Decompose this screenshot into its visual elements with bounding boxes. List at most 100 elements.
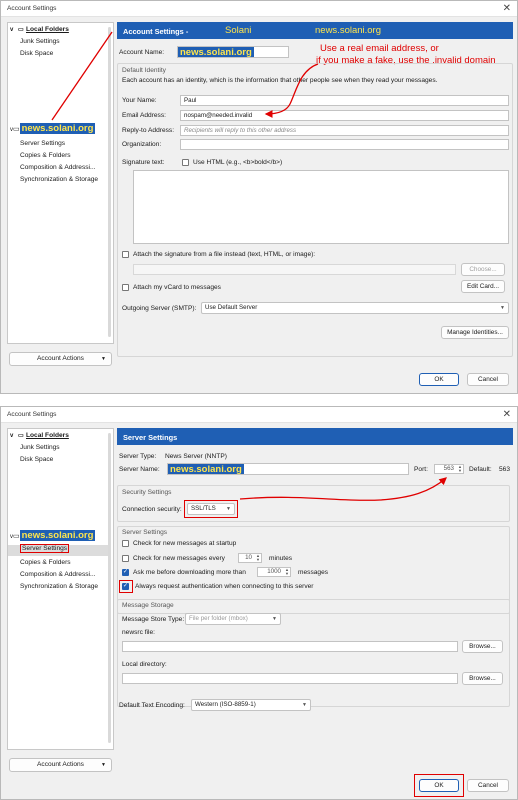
chevron-down-icon: ▼ xyxy=(302,702,307,708)
tree-item-disk-space[interactable]: Disk Space xyxy=(20,456,53,463)
tree-item-server-settings[interactable]: Server Settings xyxy=(8,544,108,556)
window-titlebar: Account Settings ✕ xyxy=(1,407,517,423)
account-tree: v ▭ Local Folders Junk Settings Disk Space… xyxy=(7,428,114,750)
attach-signature-checkbox[interactable] xyxy=(122,251,129,258)
tree-item-local-folders[interactable]: v ▭ Local Folders xyxy=(10,26,69,33)
newsgroup-icon: ▭ xyxy=(13,533,20,540)
tree-item-account[interactable]: v▭ news.solani.org xyxy=(10,123,96,134)
tree-item-label: Server Settings xyxy=(20,544,70,553)
newsrc-browse-button[interactable]: Browse... xyxy=(462,640,503,653)
header-account-name: Solani xyxy=(225,25,252,36)
tree-item-sync-storage[interactable]: Synchronization & Storage xyxy=(20,176,98,183)
choose-button[interactable]: Choose... xyxy=(461,263,505,276)
spinner-arrows-icon[interactable]: ▲ ▼ xyxy=(285,568,289,576)
check-startup-checkbox[interactable] xyxy=(122,540,129,547)
edit-card-button[interactable]: Edit Card... xyxy=(461,280,505,293)
expand-icon[interactable]: v xyxy=(10,27,18,33)
default-encoding-select[interactable]: Western (ISO-8859-1) ▼ xyxy=(191,699,311,711)
tree-item-label: Local Folders xyxy=(26,432,69,439)
server-settings-title: Server Settings xyxy=(122,529,168,536)
signature-textarea[interactable] xyxy=(133,170,509,244)
check-every-label: Check for new messages every xyxy=(133,555,225,562)
email-input[interactable]: nospam@needed.invalid xyxy=(180,110,509,121)
ok-button-highlight xyxy=(414,774,464,797)
email-label: Email Address: xyxy=(122,112,166,119)
window-title: Account Settings xyxy=(7,411,57,418)
spinner-arrows-icon[interactable]: ▲ ▼ xyxy=(256,554,260,562)
tree-item-server-settings[interactable]: Server Settings xyxy=(20,140,65,147)
account-settings-window-identity: Account Settings ✕ v ▭ Local Folders Junk … xyxy=(0,0,518,394)
default-identity-title: Default Identity xyxy=(122,67,166,74)
outgoing-server-value: Use Default Server xyxy=(205,304,258,311)
your-name-input[interactable]: Paul xyxy=(180,95,509,106)
outgoing-server-select[interactable]: Use Default Server ▼ xyxy=(201,302,509,314)
window-title: Account Settings xyxy=(7,5,57,12)
account-name-value: news.solani.org xyxy=(178,47,254,58)
tree-item-copies-folders[interactable]: Copies & Folders xyxy=(20,152,71,159)
message-storage-title: Message Storage xyxy=(122,602,174,609)
use-html-checkbox[interactable] xyxy=(182,159,189,166)
check-every-checkbox[interactable] xyxy=(122,555,129,562)
panel-header: Server Settings xyxy=(117,428,513,445)
port-input[interactable]: 563 ▲ ▼ xyxy=(434,464,464,474)
local-directory-browse-button[interactable]: Browse... xyxy=(462,672,503,685)
security-settings-group xyxy=(117,485,510,522)
default-port-value: 563 xyxy=(499,466,511,473)
check-startup-label: Check for new messages at startup xyxy=(133,540,237,547)
cancel-button[interactable]: Cancel xyxy=(467,373,509,386)
check-every-input[interactable]: 10 ▲ ▼ xyxy=(238,553,262,563)
tree-scrollbar[interactable] xyxy=(108,27,111,337)
ask-me-checkbox[interactable]: ✓ xyxy=(122,569,129,576)
organization-label: Organization: xyxy=(122,141,162,148)
tree-item-copies-folders[interactable]: Copies & Folders xyxy=(20,559,71,566)
local-directory-input[interactable] xyxy=(122,673,458,684)
cancel-button[interactable]: Cancel xyxy=(467,779,509,792)
account-actions-button[interactable]: Account Actions ▼ xyxy=(9,758,112,772)
account-name-input[interactable]: news.solani.org xyxy=(177,46,289,58)
tree-item-account[interactable]: v▭ news.solani.org xyxy=(10,530,96,541)
store-type-value: File per folder (mbox) xyxy=(189,615,248,622)
default-encoding-value: Western (ISO-8859-1) xyxy=(195,701,256,708)
spinner-arrows-icon[interactable]: ▲ ▼ xyxy=(458,465,462,473)
server-type-value: News Server (NNTP) xyxy=(165,453,227,460)
ask-me-value: 1000 xyxy=(267,568,281,575)
store-type-select[interactable]: File per folder (mbox) ▼ xyxy=(185,613,281,625)
tree-item-junk-settings[interactable]: Junk Settings xyxy=(20,444,60,451)
chevron-down-icon: ▼ xyxy=(500,305,505,311)
chevron-down-icon: ▼ xyxy=(101,356,106,362)
close-icon[interactable]: ✕ xyxy=(503,409,511,420)
connection-security-label: Connection security: xyxy=(122,506,182,513)
tree-item-local-folders[interactable]: v ▭ Local Folders xyxy=(10,432,69,439)
account-tree: v ▭ Local Folders Junk Settings Disk Space… xyxy=(7,22,114,344)
messages-label: messages xyxy=(298,569,329,576)
reply-to-input[interactable]: Recipients will reply to this other addr… xyxy=(180,125,509,136)
expand-icon[interactable]: v xyxy=(10,433,18,439)
newsrc-input[interactable] xyxy=(122,641,458,652)
close-icon[interactable]: ✕ xyxy=(503,3,511,14)
tree-item-composition[interactable]: Composition & Addressi... xyxy=(20,571,96,578)
identity-description: Each account has an identity, which is t… xyxy=(122,77,438,84)
ok-button[interactable]: OK xyxy=(419,373,459,386)
server-name-input[interactable]: news.solani.org xyxy=(167,463,409,475)
account-actions-button[interactable]: Account Actions ▼ xyxy=(9,352,112,366)
always-auth-highlight xyxy=(119,580,133,593)
newsrc-label: newsrc file: xyxy=(122,629,155,636)
check-every-value: 10 xyxy=(245,554,252,561)
attach-vcard-checkbox[interactable] xyxy=(122,284,129,291)
server-name-label: Server Name: xyxy=(119,466,160,473)
tree-item-composition[interactable]: Composition & Addressi... xyxy=(20,164,96,171)
organization-input[interactable] xyxy=(180,139,509,150)
ask-me-input[interactable]: 1000 ▲ ▼ xyxy=(257,567,291,577)
tree-item-sync-storage[interactable]: Synchronization & Storage xyxy=(20,583,98,590)
manage-identities-button[interactable]: Manage Identities... xyxy=(441,326,509,339)
header-account-host: news.solani.org xyxy=(315,25,382,36)
reply-to-label: Reply-to Address: xyxy=(122,127,175,134)
tree-item-junk-settings[interactable]: Junk Settings xyxy=(20,38,60,45)
attach-vcard-label: Attach my vCard to messages xyxy=(133,284,221,291)
signature-file-input[interactable] xyxy=(133,264,456,275)
tree-item-disk-space[interactable]: Disk Space xyxy=(20,50,53,57)
tree-scrollbar[interactable] xyxy=(108,433,111,743)
account-name-highlight: news.solani.org xyxy=(19,123,96,134)
store-type-label: Message Store Type: xyxy=(122,616,185,623)
window-titlebar: Account Settings ✕ xyxy=(1,1,517,17)
